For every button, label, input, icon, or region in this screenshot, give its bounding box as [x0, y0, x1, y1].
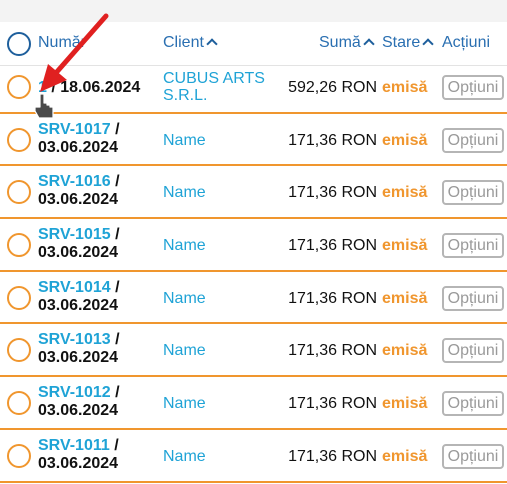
status-badge: emisă [382, 79, 428, 96]
options-button[interactable]: Opțiuni [442, 443, 504, 469]
options-button[interactable]: Opțiuni [442, 180, 504, 206]
options-button[interactable]: Opțiuni [442, 285, 504, 311]
row-select-checkbox[interactable] [7, 285, 31, 310]
column-number[interactable]: Număr [38, 34, 86, 52]
table-row[interactable]: SRV-1013 /03.06.2024 Name 171,36 RON emi… [0, 324, 507, 378]
table-header: Număr Client Sumă Stare Acțiuni [0, 22, 507, 66]
separator: / [110, 278, 120, 296]
status-badge: emisă [382, 289, 428, 307]
invoice-code-link[interactable]: SRV-1016 [38, 173, 111, 190]
invoice-number: SRV-1013 /03.06.2024 [38, 331, 158, 367]
client-link[interactable]: CUBUS ARTS S.R.L. [163, 70, 265, 104]
client-link[interactable]: Name [163, 237, 206, 254]
column-client[interactable]: Client [163, 34, 218, 52]
table-row[interactable]: SRV-1012 /03.06.2024 Name 171,36 RON emi… [0, 377, 507, 430]
invoice-list: 1 / 18.06.2024 CUBUS ARTS S.R.L. 592,26 … [0, 61, 507, 483]
column-state-label: Stare [382, 34, 421, 51]
invoice-date: 03.06.2024 [38, 244, 119, 262]
separator: / [46, 79, 61, 96]
client-link[interactable]: Name [163, 448, 206, 465]
invoice-code-link[interactable]: SRV-1015 [38, 226, 111, 243]
invoice-number: SRV-1015 /03.06.2024 [38, 226, 158, 262]
client-link[interactable]: Name [163, 290, 206, 307]
invoice-date: 03.06.2024 [38, 454, 119, 472]
row-select-checkbox[interactable] [7, 127, 31, 152]
chevron-up-icon [206, 38, 218, 50]
invoice-number: SRV-1016 /03.06.2024 [38, 173, 158, 209]
invoice-date: 18.06.2024 [60, 79, 141, 96]
status-badge: emisă [382, 237, 428, 255]
invoice-code-link[interactable]: 1 [38, 79, 47, 96]
status-badge: emisă [382, 395, 428, 413]
column-sum-label: Sumă [319, 34, 361, 51]
invoice-sum: 171,36 RON [288, 342, 377, 360]
table-row[interactable]: SRV-1016 /03.06.2024 Name 171,36 RON emi… [0, 166, 507, 220]
client-link[interactable]: Name [163, 132, 206, 149]
status-badge: emisă [382, 342, 428, 360]
row-select-checkbox[interactable] [7, 391, 31, 416]
invoice-sum: 171,36 RON [288, 131, 377, 149]
invoice-number: SRV-1014 /03.06.2024 [38, 279, 158, 315]
invoice-date: 03.06.2024 [38, 349, 119, 367]
invoice-code-link[interactable]: SRV-1017 [38, 121, 111, 138]
invoice-sum: 171,36 RON [288, 237, 377, 255]
separator: / [110, 331, 120, 349]
invoice-number: SRV-1012 /03.06.2024 [38, 384, 158, 420]
invoice-sum: 171,36 RON [288, 395, 377, 413]
invoice-date: 03.06.2024 [38, 296, 119, 314]
invoice-code-link[interactable]: SRV-1014 [38, 279, 111, 296]
table-row[interactable]: SRV-1015 /03.06.2024 Name 171,36 RON emi… [0, 219, 507, 272]
invoice-code-link[interactable]: SRV-1013 [38, 331, 111, 348]
row-select-checkbox[interactable] [7, 338, 31, 363]
client-name-line2: S.R.L. [163, 87, 208, 104]
row-select-checkbox[interactable] [7, 233, 31, 258]
client-name-line1: CUBUS ARTS [163, 70, 265, 87]
options-button[interactable]: Opțiuni [442, 338, 504, 364]
table-row[interactable]: SRV-1017 /03.06.2024 Name 171,36 RON emi… [0, 114, 507, 167]
column-state[interactable]: Stare [382, 34, 434, 52]
top-bar [0, 0, 507, 22]
client-link[interactable]: Name [163, 342, 206, 359]
table-row[interactable]: SRV-1011 /03.06.2024 Name 171,36 RON emi… [0, 430, 507, 483]
separator: / [110, 173, 120, 191]
client-link[interactable]: Name [163, 395, 206, 412]
chevron-up-icon [363, 38, 375, 50]
select-all-checkbox[interactable] [7, 32, 31, 56]
row-select-checkbox[interactable] [7, 443, 31, 468]
chevron-up-icon [422, 38, 434, 50]
column-client-label: Client [163, 34, 204, 51]
invoice-date: 03.06.2024 [38, 191, 119, 209]
column-sum[interactable]: Sumă [319, 34, 375, 52]
options-button[interactable]: Opțiuni [442, 233, 504, 259]
invoice-sum: 171,36 RON [288, 447, 377, 465]
separator: / [110, 384, 120, 402]
column-number-label: Număr [38, 34, 87, 51]
table-row[interactable]: 1 / 18.06.2024 CUBUS ARTS S.R.L. 592,26 … [0, 61, 507, 114]
invoice-number: SRV-1017 /03.06.2024 [38, 121, 158, 157]
invoice-code-link[interactable]: SRV-1012 [38, 384, 111, 401]
options-button[interactable]: Opțiuni [442, 127, 504, 153]
separator: / [109, 436, 119, 454]
invoice-number: 1 / 18.06.2024 [38, 79, 158, 97]
client-link[interactable]: Name [163, 184, 206, 201]
invoice-date: 03.06.2024 [38, 402, 119, 420]
options-button[interactable]: Opțiuni [442, 75, 504, 100]
status-badge: emisă [382, 447, 428, 465]
options-button[interactable]: Opțiuni [442, 391, 504, 417]
invoice-code-link[interactable]: SRV-1011 [38, 437, 110, 454]
invoice-date: 03.06.2024 [38, 138, 119, 156]
invoice-sum: 171,36 RON [288, 289, 377, 307]
column-actions-label: Acțiuni [442, 34, 491, 51]
invoice-number: SRV-1011 /03.06.2024 [38, 437, 158, 473]
column-actions: Acțiuni [442, 34, 490, 52]
status-badge: emisă [382, 131, 428, 149]
status-badge: emisă [382, 184, 428, 202]
table-row[interactable]: SRV-1014 /03.06.2024 Name 171,36 RON emi… [0, 272, 507, 325]
row-select-checkbox[interactable] [7, 75, 31, 99]
invoice-sum: 592,26 RON [288, 79, 377, 96]
separator: / [110, 120, 120, 138]
row-select-checkbox[interactable] [7, 180, 31, 205]
invoice-sum: 171,36 RON [288, 184, 377, 202]
separator: / [110, 226, 120, 244]
